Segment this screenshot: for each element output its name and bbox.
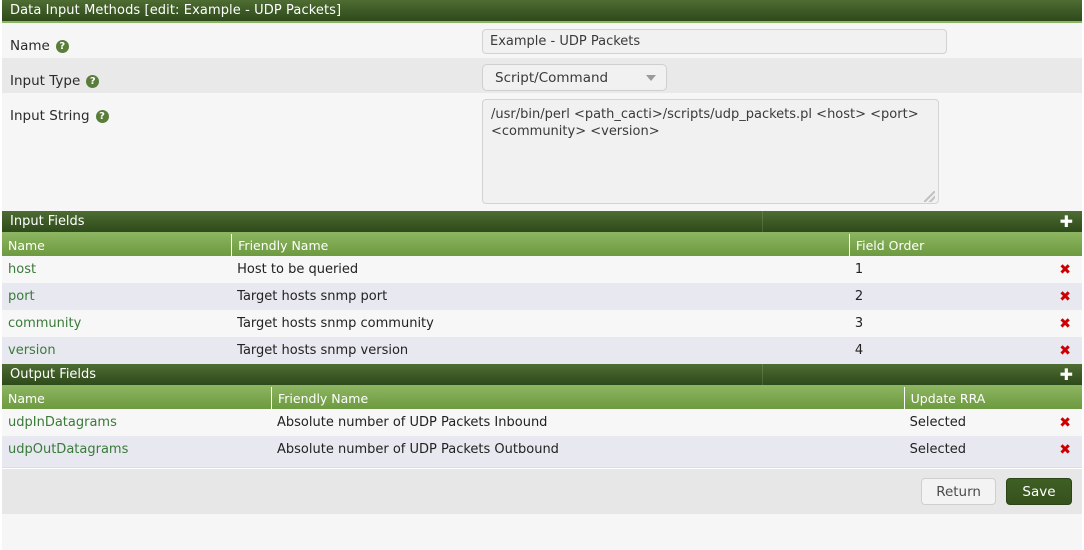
page-title: Data Input Methods [edit: Example - UDP … <box>10 3 342 18</box>
cell-name: host <box>2 262 231 277</box>
cell-friendly-name: Host to be queried <box>237 262 359 277</box>
table-row[interactable]: udpInDatagrams Absolute number of UDP Pa… <box>2 409 1082 436</box>
cell-friendly-name: Target hosts snmp port <box>237 289 388 304</box>
output-field-link[interactable]: udpInDatagrams <box>8 415 117 430</box>
delete-icon[interactable]: ✖ <box>1048 289 1082 305</box>
input-string-textarea[interactable]: /usr/bin/perl <path_cacti>/scripts/udp_p… <box>482 99 939 204</box>
section-divider <box>762 364 763 385</box>
cell-field-order: 3 <box>854 316 864 331</box>
section-divider <box>762 211 763 232</box>
table-row[interactable]: port Target hosts snmp port 2 ✖ <box>2 283 1082 310</box>
table-row[interactable]: udpOutDatagrams Absolute number of UDP P… <box>2 436 1082 463</box>
cell-name: udpInDatagrams <box>2 415 271 430</box>
output-field-link[interactable]: udpOutDatagrams <box>8 442 128 457</box>
delete-icon[interactable]: ✖ <box>1048 442 1082 458</box>
form-action-bar: Return Save <box>2 468 1082 514</box>
cell-friendly-name: Target hosts snmp community <box>237 316 434 331</box>
input-type-label: Input Type <box>10 72 81 89</box>
form-row-input-string: Input String ? /usr/bin/perl <path_cacti… <box>2 93 1082 211</box>
name-input[interactable] <box>482 29 947 54</box>
input-type-control-cell: Script/Command <box>482 58 1082 91</box>
cell-name: port <box>2 289 231 304</box>
cell-update-rra: Selected <box>909 415 967 430</box>
column-header-friendly-name[interactable]: Friendly Name <box>231 234 849 256</box>
add-input-field-button[interactable]: ✚ <box>1060 213 1073 230</box>
cell-name: community <box>2 316 231 331</box>
input-fields-column-header: Name Friendly Name Field Order <box>2 234 1082 256</box>
input-field-link[interactable]: community <box>8 316 81 331</box>
delete-icon[interactable]: ✖ <box>1048 343 1082 359</box>
help-icon[interactable]: ? <box>55 40 69 53</box>
input-type-selected-value: Script/Command <box>495 69 609 86</box>
input-string-wrapper: /usr/bin/perl <path_cacti>/scripts/udp_p… <box>482 99 939 208</box>
input-type-select[interactable]: Script/Command <box>482 64 667 91</box>
cell-update-rra: Selected <box>909 442 967 457</box>
page-root: Data Input Methods [edit: Example - UDP … <box>0 0 1084 550</box>
table-row[interactable]: community Target hosts snmp community 3 … <box>2 310 1082 337</box>
input-type-label-cell: Input Type ? <box>2 58 482 93</box>
cell-friendly-name: Target hosts snmp version <box>237 343 409 358</box>
cell-name: udpOutDatagrams <box>2 442 271 457</box>
cell-field-order: 2 <box>854 289 864 304</box>
output-fields-section-header: Output Fields ✚ <box>2 364 1082 387</box>
input-string-control-cell: /usr/bin/perl <path_cacti>/scripts/udp_p… <box>482 93 1082 208</box>
table-row[interactable]: host Host to be queried 1 ✖ <box>2 256 1082 283</box>
output-fields-column-header: Name Friendly Name Update RRA <box>2 387 1082 409</box>
column-header-update-rra[interactable]: Update RRA <box>903 387 1082 409</box>
input-field-link[interactable]: host <box>8 262 36 277</box>
edit-form: Name ? Input Type ? Script/Command Input… <box>2 23 1082 211</box>
help-icon[interactable]: ? <box>86 75 100 88</box>
column-header-name[interactable]: Name <box>2 234 231 256</box>
delete-icon[interactable]: ✖ <box>1048 262 1082 278</box>
input-fields-title: Input Fields <box>10 214 85 229</box>
window-title-bar: Data Input Methods [edit: Example - UDP … <box>2 0 1082 23</box>
input-string-label: Input String <box>10 107 90 124</box>
output-fields-title: Output Fields <box>10 367 97 382</box>
delete-icon[interactable]: ✖ <box>1048 316 1082 332</box>
help-icon[interactable]: ? <box>95 110 109 123</box>
form-row-input-type: Input Type ? Script/Command <box>2 58 1082 93</box>
column-header-field-order[interactable]: Field Order <box>848 234 1082 256</box>
cell-friendly-name: Absolute number of UDP Packets Outbound <box>277 442 559 457</box>
delete-icon[interactable]: ✖ <box>1048 415 1082 431</box>
column-header-name[interactable]: Name <box>2 387 271 409</box>
cell-friendly-name: Absolute number of UDP Packets Inbound <box>277 415 548 430</box>
chevron-down-icon <box>646 74 656 81</box>
name-label: Name <box>10 37 50 54</box>
input-field-link[interactable]: version <box>8 343 56 358</box>
cell-field-order: 4 <box>854 343 864 358</box>
column-header-friendly-name[interactable]: Friendly Name <box>271 387 904 409</box>
save-button[interactable]: Save <box>1006 478 1072 505</box>
return-button[interactable]: Return <box>921 478 996 505</box>
input-fields-section-header: Input Fields ✚ <box>2 211 1082 234</box>
cell-field-order: 1 <box>854 262 864 277</box>
table-row[interactable]: version Target hosts snmp version 4 ✖ <box>2 337 1082 364</box>
add-output-field-button[interactable]: ✚ <box>1060 366 1073 383</box>
input-field-link[interactable]: port <box>8 289 35 304</box>
name-label-cell: Name ? <box>2 23 482 58</box>
name-control-cell <box>482 23 1082 54</box>
input-string-label-cell: Input String ? <box>2 93 482 128</box>
cell-name: version <box>2 343 231 358</box>
form-row-name: Name ? <box>2 23 1082 58</box>
